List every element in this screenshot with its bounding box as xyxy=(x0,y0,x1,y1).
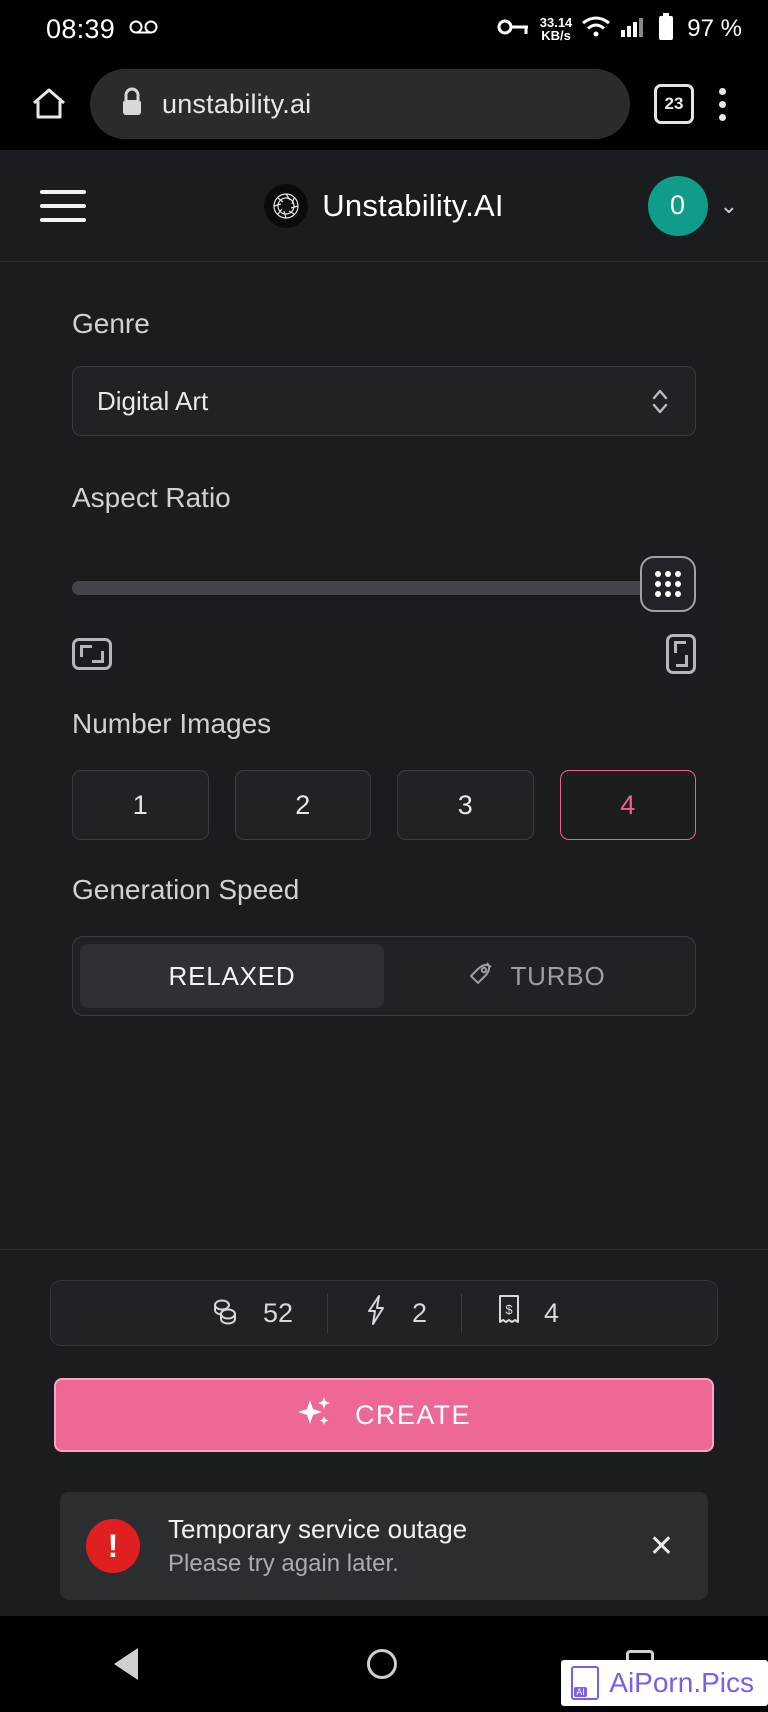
stat-coins[interactable]: 52 xyxy=(175,1294,327,1333)
home-icon[interactable] xyxy=(18,84,80,124)
watermark: AiPorn.Pics xyxy=(561,1660,768,1706)
number-images-options: 1 2 3 4 xyxy=(72,770,696,840)
stat-cost[interactable]: $ 4 xyxy=(461,1293,593,1333)
credit-balance-badge[interactable]: 0 xyxy=(647,175,708,236)
battery-icon xyxy=(657,12,675,46)
android-nav-bar: AiPorn.Pics xyxy=(0,1616,768,1712)
genre-label: Genre xyxy=(72,308,150,339)
app-header: Unstability.AI 0 ⌄ xyxy=(0,150,768,262)
generation-speed-toggle: RELAXED TURBO xyxy=(72,936,696,1016)
toast-text: Temporary service outage Please try agai… xyxy=(168,1514,621,1578)
genre-value: Digital Art xyxy=(97,385,209,416)
toast-subtitle: Please try again later. xyxy=(168,1550,399,1577)
genre-select[interactable]: Digital Art xyxy=(72,366,696,436)
settings-panel: Genre Digital Art Aspect Ratio Number Im… xyxy=(0,262,768,1249)
svg-text:$: $ xyxy=(505,1302,513,1317)
hamburger-menu-icon[interactable] xyxy=(40,189,86,222)
status-bar: 08:39 33.14 KB/s 97 % xyxy=(0,0,768,58)
number-images-option-2[interactable]: 2 xyxy=(234,770,371,840)
stat-coins-value: 52 xyxy=(262,1297,293,1328)
coins-icon xyxy=(209,1294,241,1333)
phone-screen: 08:39 33.14 KB/s 97 % unstability.ai 23 … xyxy=(0,0,768,1712)
address-bar[interactable]: unstability.ai xyxy=(90,69,630,139)
status-bar-right: 33.14 KB/s 97 % xyxy=(497,12,742,46)
aspect-ratio-endpoints xyxy=(72,634,696,674)
number-images-label: Number Images xyxy=(72,708,272,739)
error-toast: ! Temporary service outage Please try ag… xyxy=(60,1492,708,1600)
select-caret-icon xyxy=(649,384,671,418)
stat-cost-value: 4 xyxy=(544,1297,560,1328)
number-images-option-1[interactable]: 1 xyxy=(72,770,209,840)
wifi-icon xyxy=(581,16,611,43)
nav-back-icon[interactable] xyxy=(114,1648,139,1680)
ai-file-icon xyxy=(571,1666,600,1700)
browser-toolbar: unstability.ai 23 xyxy=(0,58,768,150)
toast-title: Temporary service outage xyxy=(168,1514,468,1544)
stat-energy-value: 2 xyxy=(411,1297,428,1328)
rocket-icon xyxy=(467,959,495,994)
tab-counter-button[interactable]: 23 xyxy=(654,84,694,124)
speed-option-turbo[interactable]: TURBO xyxy=(384,944,688,1008)
stat-energy[interactable]: 2 xyxy=(326,1293,461,1333)
voicemail-icon xyxy=(129,19,159,40)
app-title: Unstability.AI xyxy=(322,187,504,223)
network-speed-unit: KB/s xyxy=(541,28,571,43)
error-alert-icon: ! xyxy=(86,1519,140,1573)
battery-percent: 97 % xyxy=(687,15,742,42)
nav-home-icon[interactable] xyxy=(366,1649,397,1679)
header-right: 0 ⌄ xyxy=(647,175,738,236)
lightning-bolt-icon xyxy=(362,1294,390,1333)
speed-option-relaxed-label: RELAXED xyxy=(168,960,296,991)
url-text: unstability.ai xyxy=(162,88,312,119)
status-bar-left: 08:39 xyxy=(46,14,159,45)
watermark-text: AiPorn.Pics xyxy=(609,1667,754,1698)
number-images-option-4[interactable]: 4 xyxy=(559,770,696,840)
grid-dots-handle-icon[interactable] xyxy=(640,556,696,612)
aspect-ratio-label: Aspect Ratio xyxy=(72,482,231,513)
close-icon[interactable]: ✕ xyxy=(649,1529,682,1564)
receipt-icon: $ xyxy=(496,1294,522,1333)
chevron-down-icon[interactable]: ⌄ xyxy=(720,193,738,219)
speed-option-turbo-label: TURBO xyxy=(510,960,606,991)
lock-icon xyxy=(120,87,144,122)
cellular-signal-icon xyxy=(620,16,648,43)
create-button[interactable]: CREATE xyxy=(54,1378,714,1452)
portrait-ratio-icon[interactable] xyxy=(666,634,696,674)
sparkles-icon xyxy=(297,1394,333,1437)
status-clock: 08:39 xyxy=(46,13,116,44)
aspect-ratio-slider[interactable] xyxy=(72,556,696,620)
create-button-label: CREATE xyxy=(355,1399,471,1430)
stats-bar: 52 2 $ 4 xyxy=(50,1280,718,1346)
unstability-logo-icon xyxy=(264,183,309,228)
speed-option-relaxed[interactable]: RELAXED xyxy=(80,944,384,1008)
overflow-menu-icon[interactable] xyxy=(694,87,750,121)
vpn-key-icon xyxy=(497,17,531,42)
landscape-ratio-icon[interactable] xyxy=(72,638,112,670)
bottom-action-bar: 52 2 $ 4 CREATE ! Temporary service outa… xyxy=(0,1249,768,1616)
slider-track[interactable] xyxy=(72,581,696,595)
generation-speed-label: Generation Speed xyxy=(72,874,300,905)
number-images-option-3[interactable]: 3 xyxy=(397,770,534,840)
network-speed-indicator: 33.14 KB/s xyxy=(540,16,573,42)
